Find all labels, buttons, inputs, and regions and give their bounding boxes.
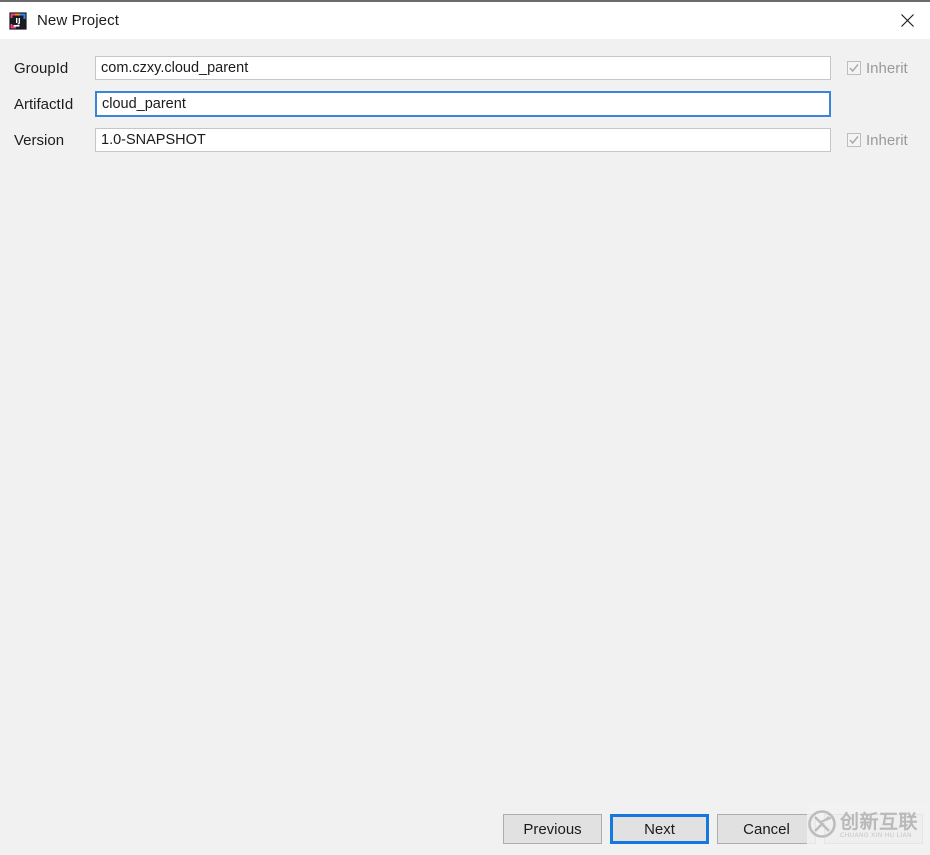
artifactid-label: ArtifactId bbox=[14, 95, 74, 113]
groupid-inherit-checkbox[interactable] bbox=[847, 61, 861, 75]
version-inherit-checkbox-group[interactable]: Inherit bbox=[847, 133, 908, 148]
close-button[interactable] bbox=[884, 2, 930, 39]
title-bar: IJ New Project bbox=[0, 2, 930, 39]
groupid-label: GroupId bbox=[14, 59, 69, 77]
form-row-version: Version Inherit bbox=[0, 122, 930, 158]
window-title: New Project bbox=[37, 12, 119, 29]
form-row-groupid: GroupId Inherit bbox=[0, 50, 930, 86]
previous-button[interactable]: Previous bbox=[503, 814, 602, 844]
groupid-input[interactable] bbox=[95, 56, 831, 80]
version-label: Version bbox=[14, 131, 65, 149]
maven-coordinates-form: GroupId Inherit ArtifactId Version bbox=[0, 39, 930, 803]
version-inherit-checkbox[interactable] bbox=[847, 133, 861, 147]
next-button[interactable]: Next bbox=[610, 814, 709, 844]
groupid-inherit-checkbox-group[interactable]: Inherit bbox=[847, 61, 908, 76]
version-input[interactable] bbox=[95, 128, 831, 152]
new-project-dialog: IJ New Project GroupId Inherit bbox=[0, 0, 930, 855]
help-button[interactable]: Help bbox=[824, 814, 923, 844]
cancel-button[interactable]: Cancel bbox=[717, 814, 816, 844]
form-row-artifactid: ArtifactId bbox=[0, 86, 930, 122]
svg-text:IJ: IJ bbox=[15, 17, 20, 25]
intellij-idea-icon: IJ bbox=[8, 11, 28, 31]
version-inherit-label: Inherit bbox=[866, 131, 908, 149]
dialog-button-bar: Previous Next Cancel Help 创新互联 CHUANG XI… bbox=[0, 803, 930, 855]
artifactid-input[interactable] bbox=[95, 91, 831, 117]
groupid-inherit-label: Inherit bbox=[866, 59, 908, 77]
